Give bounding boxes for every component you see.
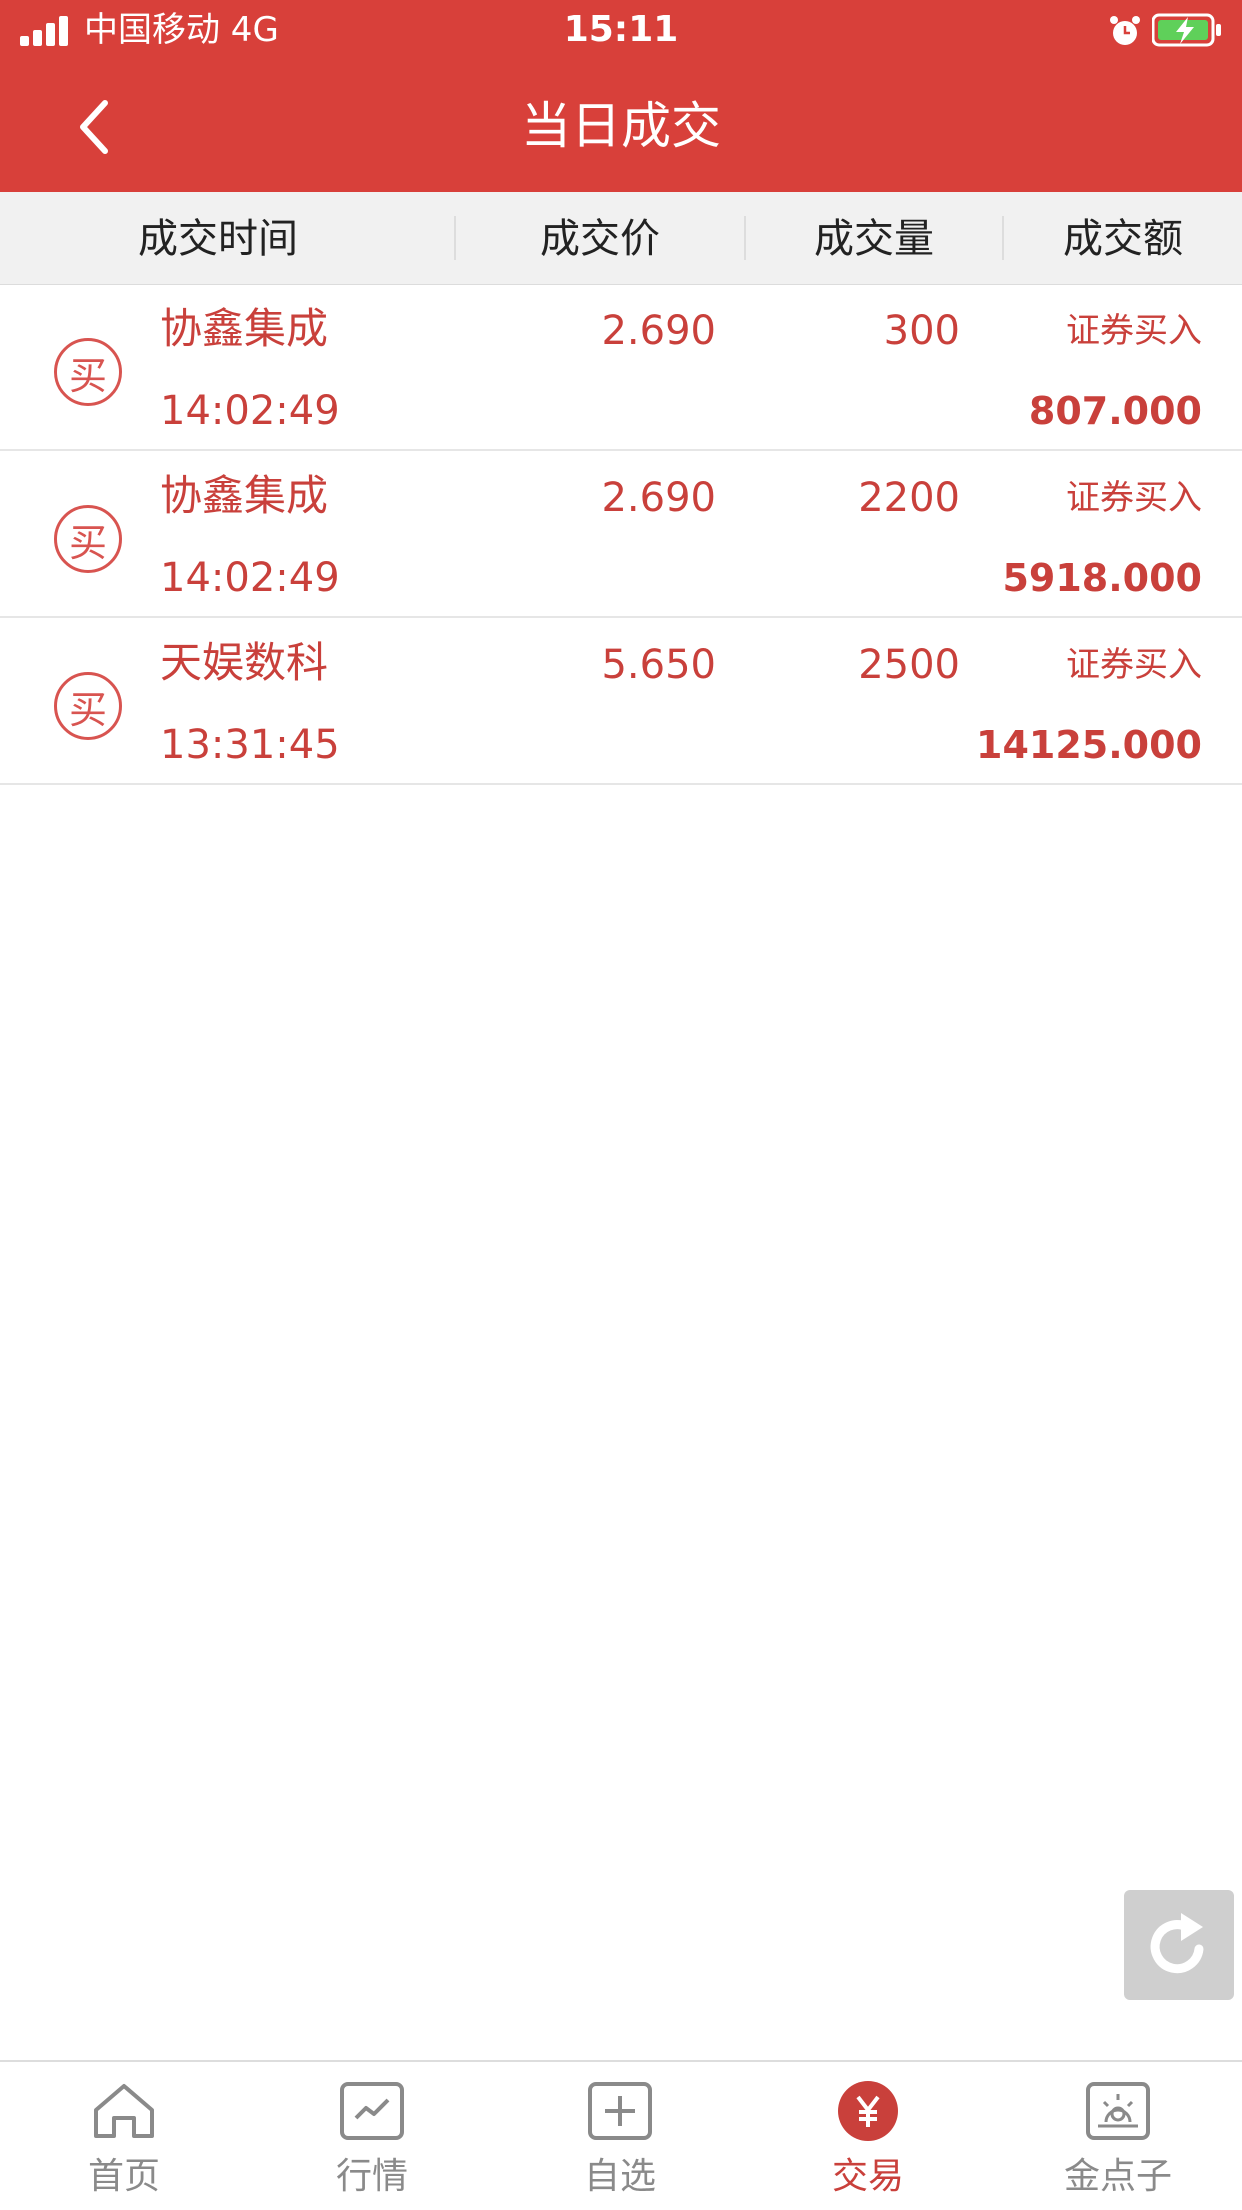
- tab-trade[interactable]: 交易: [744, 2062, 992, 2210]
- buy-badge-icon: 买: [54, 505, 122, 573]
- trade-price: 2.690: [601, 475, 716, 521]
- trade-type: 证券买入: [1066, 645, 1202, 685]
- stock-name: 天娱数科: [160, 638, 329, 687]
- column-header-amount: 成交额: [1063, 216, 1183, 262]
- buy-badge-icon: 买: [54, 672, 122, 740]
- trade-amount: 5918.000: [1002, 556, 1202, 600]
- plus-box-icon: [588, 2082, 652, 2140]
- tab-ideas[interactable]: 金点子: [994, 2062, 1242, 2210]
- trade-type: 证券买入: [1066, 478, 1202, 518]
- tab-label: 交易: [831, 2156, 904, 2197]
- refresh-icon: [1150, 1913, 1204, 1974]
- idea-icon: [1086, 2082, 1150, 2140]
- table-header: 成交时间 成交价 成交量 成交额: [0, 192, 1242, 285]
- column-header-time: 成交时间: [138, 216, 298, 262]
- trade-type: 证券买入: [1066, 311, 1202, 351]
- tab-market[interactable]: 行情: [248, 2062, 496, 2210]
- trade-time: 14:02:49: [160, 555, 340, 601]
- trade-quantity: 2500: [858, 642, 960, 688]
- stock-name: 协鑫集成: [160, 471, 329, 520]
- column-divider: [454, 216, 456, 260]
- trade-quantity: 2200: [858, 475, 960, 521]
- top-bar: 中国移动 4G 15:11 当日成交: [0, 0, 1242, 192]
- trade-price: 5.650: [601, 642, 716, 688]
- trade-list: 买 协鑫集成 14:02:49 2.690 300 证券买入 807.000 买…: [0, 284, 1242, 785]
- column-header-price: 成交价: [540, 216, 660, 262]
- chart-icon: [340, 2082, 404, 2140]
- nav-bar: 当日成交: [0, 62, 1242, 192]
- trade-row[interactable]: 买 协鑫集成 14:02:49 2.690 300 证券买入 807.000: [0, 284, 1242, 451]
- trade-price: 2.690: [601, 308, 716, 354]
- status-bar: 中国移动 4G 15:11: [0, 0, 1242, 62]
- trade-row[interactable]: 买 天娱数科 13:31:45 5.650 2500 证券买入 14125.00…: [0, 618, 1242, 785]
- tab-label: 金点子: [1063, 2156, 1172, 2197]
- trade-time: 14:02:49: [160, 388, 340, 434]
- status-time: 15:11: [563, 9, 679, 50]
- yen-icon: [838, 2081, 898, 2141]
- trade-row[interactable]: 买 协鑫集成 14:02:49 2.690 2200 证券买入 5918.000: [0, 451, 1242, 618]
- tab-label: 行情: [335, 2156, 408, 2197]
- battery-icon: [1152, 13, 1221, 47]
- home-icon: [94, 2084, 154, 2138]
- alarm-icon: [1110, 16, 1140, 45]
- tab-bar: 首页 行情 自选 交易 金点子: [0, 2060, 1242, 2210]
- tab-label: 自选: [583, 2156, 656, 2197]
- column-header-quantity: 成交量: [814, 216, 934, 262]
- stock-name: 协鑫集成: [160, 304, 329, 353]
- trade-quantity: 300: [883, 308, 960, 354]
- trade-amount: 14125.000: [976, 723, 1202, 767]
- buy-badge-icon: 买: [54, 338, 122, 406]
- trade-time: 13:31:45: [160, 722, 340, 768]
- tab-home[interactable]: 首页: [0, 2062, 248, 2210]
- tab-watchlist[interactable]: 自选: [496, 2062, 744, 2210]
- trade-amount: 807.000: [1028, 389, 1202, 433]
- refresh-button[interactable]: [1124, 1890, 1234, 2000]
- page-title: 当日成交: [521, 97, 721, 155]
- tab-label: 首页: [87, 2156, 160, 2197]
